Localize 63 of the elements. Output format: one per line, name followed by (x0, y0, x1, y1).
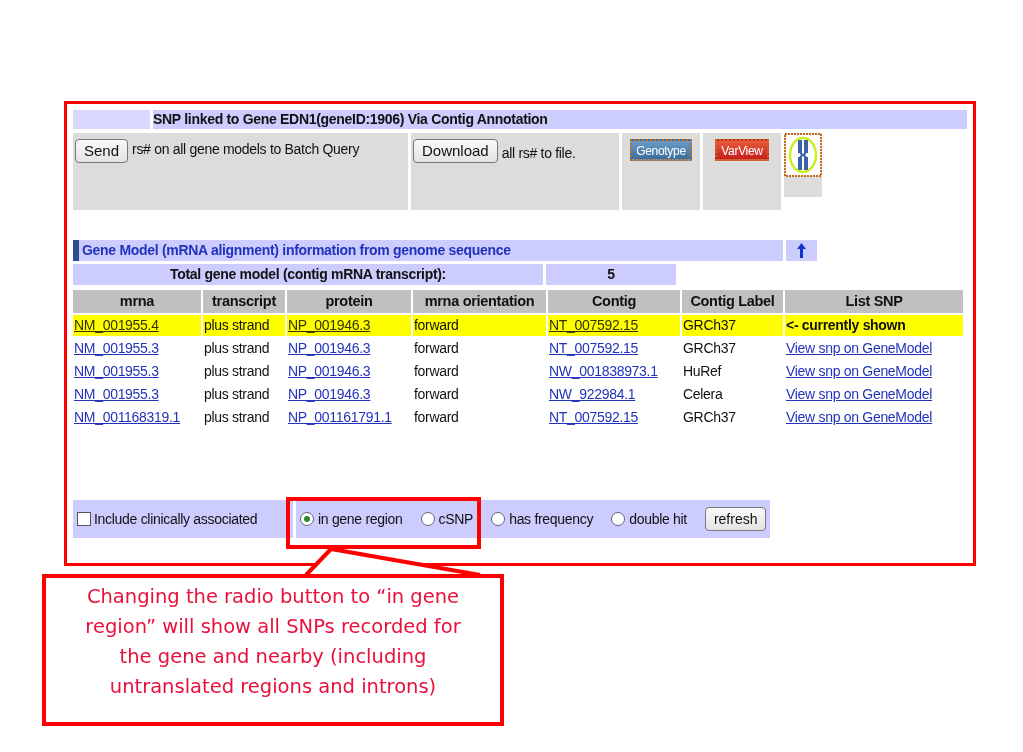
radio-label: cSNP (438, 509, 474, 529)
radio-label: double hit (629, 509, 687, 529)
protein-link[interactable]: NP_001161791.1 (288, 409, 392, 425)
mrna-link[interactable]: NM_001955.3 (74, 340, 159, 356)
column-header: List SNP (785, 290, 963, 313)
send-description: rs# on all gene models to Batch Query (132, 140, 360, 159)
contig-link[interactable]: NW_001838973.1 (549, 363, 658, 379)
total-value: 5 (546, 264, 676, 285)
view-snp-link[interactable]: View snp on GeneModel (786, 340, 932, 356)
table-cell-text: forward (413, 408, 460, 427)
column-header: Contig Label (682, 290, 783, 313)
up-arrow-icon[interactable] (797, 243, 806, 258)
column-header: protein (287, 290, 411, 313)
table-cell-text: plus strand (203, 385, 271, 404)
section-marker (73, 240, 79, 261)
contig-link[interactable]: NW_922984.1 (549, 386, 636, 402)
radio-button[interactable] (611, 512, 626, 526)
download-button[interactable]: Download (413, 139, 498, 163)
checkbox[interactable] (77, 512, 91, 526)
chromosome-icon[interactable] (784, 133, 822, 177)
radio-button[interactable] (491, 512, 506, 526)
column-header: Contig (548, 290, 680, 313)
table-cell-text: forward (413, 339, 460, 358)
table-cell-text: HuRef (682, 362, 723, 381)
radio-label: in gene region (318, 509, 403, 529)
table-cell-text: plus strand (203, 362, 271, 381)
view-snp-link[interactable]: View snp on GeneModel (786, 363, 932, 379)
view-snp-link[interactable]: View snp on GeneModel (786, 409, 932, 425)
section-title: Gene Model (mRNA alignment) information from genome sequence (82, 241, 511, 260)
column-header: mrna (73, 290, 201, 313)
download-description: all rs# to file. (501, 144, 576, 163)
page-title: SNP linked to Gene EDN1(geneID:1906) Via Contig Annotation (153, 110, 548, 129)
table-cell: GRCh37 (682, 315, 783, 336)
checkbox-label: Include clinically associated (94, 509, 258, 529)
total-label: Total gene model (contig mRNA transcript): (73, 264, 543, 285)
table-cell-text: forward (413, 362, 460, 381)
current-indicator: <- currently shown (785, 315, 963, 336)
varview-button[interactable]: VarView (715, 139, 769, 161)
contig-link[interactable]: NT_007592.15 (549, 409, 639, 425)
protein-link[interactable]: NP_001946.3 (288, 363, 371, 379)
mrna-link[interactable]: NM_001955.3 (74, 363, 159, 379)
protein-link[interactable]: NP_001946.3 (288, 386, 371, 402)
radio-button[interactable] (420, 512, 435, 526)
column-header: mrna orientation (413, 290, 546, 313)
radio-button[interactable] (300, 512, 314, 526)
table-cell-text: GRCh37 (682, 339, 737, 358)
table-cell-text: forward (413, 385, 460, 404)
table-cell-text: Celera (682, 385, 724, 404)
view-snp-link[interactable]: View snp on GeneModel (786, 386, 932, 402)
column-header: transcript (203, 290, 285, 313)
table-cell-text: GRCh37 (682, 408, 737, 427)
table-cell: forward (413, 315, 546, 336)
mrna-link[interactable]: NM_001955.3 (74, 386, 159, 402)
genotype-button[interactable]: Genotype (630, 139, 692, 161)
table-cell: plus strand (203, 315, 285, 336)
mrna-link[interactable]: NM_001168319.1 (74, 409, 181, 425)
send-button[interactable]: Send (75, 139, 129, 163)
table-cell-text: plus strand (203, 408, 271, 427)
refresh-button[interactable]: refresh (704, 507, 767, 531)
contig-link[interactable]: NT_007592.15 (549, 340, 639, 356)
radio-label: has frequency (509, 509, 594, 529)
table-cell-text: plus strand (203, 339, 271, 358)
protein-link[interactable]: NP_001946.3 (288, 340, 371, 356)
